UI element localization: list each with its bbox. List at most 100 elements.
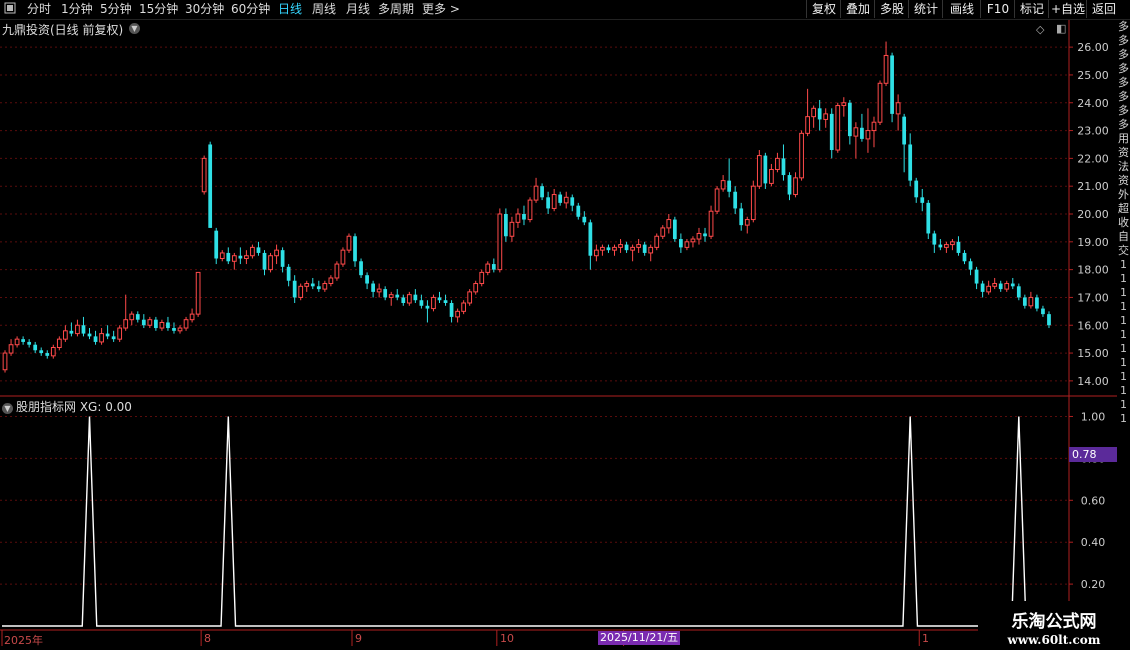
candle-body [322,283,328,290]
candle-body [823,113,829,120]
price-tick-label: 14.00 [1077,375,1109,388]
candle-body [944,244,949,248]
candle-body [219,252,225,259]
panel-toggle-icon[interactable]: ◧ [1056,22,1066,35]
candle-body [733,191,738,209]
candle-body [684,241,690,248]
candle-body [630,246,635,251]
candle-body [268,255,273,271]
candle-body [274,249,279,257]
price-tick-label: 17.00 [1077,291,1109,304]
candle-body [714,188,720,212]
candle-body [956,241,961,253]
candle-body [920,197,925,203]
candle-body [304,283,310,287]
candle-body [992,283,998,287]
candle-body [847,102,852,137]
chevron-down-icon[interactable]: ▼ [129,23,140,34]
candle-body [388,294,394,298]
side-info-char: 多 [1118,48,1129,61]
side-info-char: 多 [1118,62,1129,75]
candle-body [431,296,436,310]
candle-body [660,227,666,237]
candle-body [461,302,467,312]
diamond-icon[interactable]: ◇ [1036,23,1044,36]
candle-body [727,180,732,192]
candle-body [93,336,98,342]
main-chart-title: 九鼎投资(日线 前复权) [2,23,124,37]
candle-body [708,210,714,237]
candle-body [359,261,363,276]
indicator-title: ▼ 股朋指标网 XG: 0.00 [2,398,132,415]
candle-body [298,285,304,298]
time-axis-label: 10 [500,632,514,645]
candle-body [491,264,496,270]
side-info-char: 1 [1120,412,1127,425]
candle-body [871,121,877,132]
candle-body [829,113,834,151]
candle-body [328,277,334,285]
side-info-char: 1 [1120,328,1127,341]
candle-body [286,266,291,281]
candle-body [980,283,985,292]
candle-body [793,177,798,196]
candle-body [172,328,176,331]
candle-body [1004,283,1010,290]
candle-body [105,333,110,337]
side-info-char: 1 [1120,384,1127,397]
candle-body [33,344,38,351]
candle-body [316,286,321,290]
candle-body [522,214,526,220]
price-tick-label: 20.00 [1077,208,1109,221]
side-info-char: 1 [1120,258,1127,271]
candle-body [720,180,726,190]
side-info-char: 超 [1118,202,1129,215]
candle-body [908,144,913,181]
candle-body [87,333,92,337]
candle-body [926,202,931,234]
candle-body [877,82,883,123]
candle-body [262,252,267,270]
candle-body [353,236,357,262]
candle-body [395,294,400,298]
candle-body [588,222,593,256]
side-info-char: 1 [1120,370,1127,383]
chart-canvas[interactable]: 26.00 25.00 24.00 23.00 22.00 21.00 20.00 19.00… [0,0,1130,650]
candle-body [811,107,817,118]
candle-body [860,127,864,139]
candle-body [2,352,8,371]
candle-body [485,263,491,273]
candle-body [582,216,587,223]
candle-body [558,194,563,203]
candle-body [147,319,153,326]
candle-body [817,108,822,120]
collapse-icon[interactable]: ▼ [2,403,13,414]
candle-body [624,244,629,251]
candle-body [346,235,352,251]
candle-body [515,213,521,223]
price-tick-label: 16.00 [1077,319,1109,332]
candle-body [1016,286,1021,298]
candle-body [902,116,907,145]
candle-body [618,244,623,248]
indicator-title-text: 股朋指标网 XG: 0.00 [16,400,132,414]
candle-body [75,324,80,335]
candle-body [69,330,74,334]
candle-body [371,283,375,292]
candle-body [14,338,20,346]
candle-body [799,132,804,179]
time-axis-label: 1 [922,632,929,645]
candle-body [974,269,979,284]
price-tick-label: 19.00 [1077,236,1109,249]
candle-body [50,347,56,357]
candlestick-series [2,41,1051,373]
candle-body [419,300,424,306]
side-info-char: 用 [1118,132,1129,145]
candle-body [938,244,943,248]
indicator-tick-label: 0.40 [1081,536,1106,549]
watermark-name: 乐淘公式网 [1011,612,1097,632]
candle-body [340,249,346,265]
candle-body [533,185,539,201]
candle-body [563,196,569,204]
grid-lines [0,46,1069,585]
